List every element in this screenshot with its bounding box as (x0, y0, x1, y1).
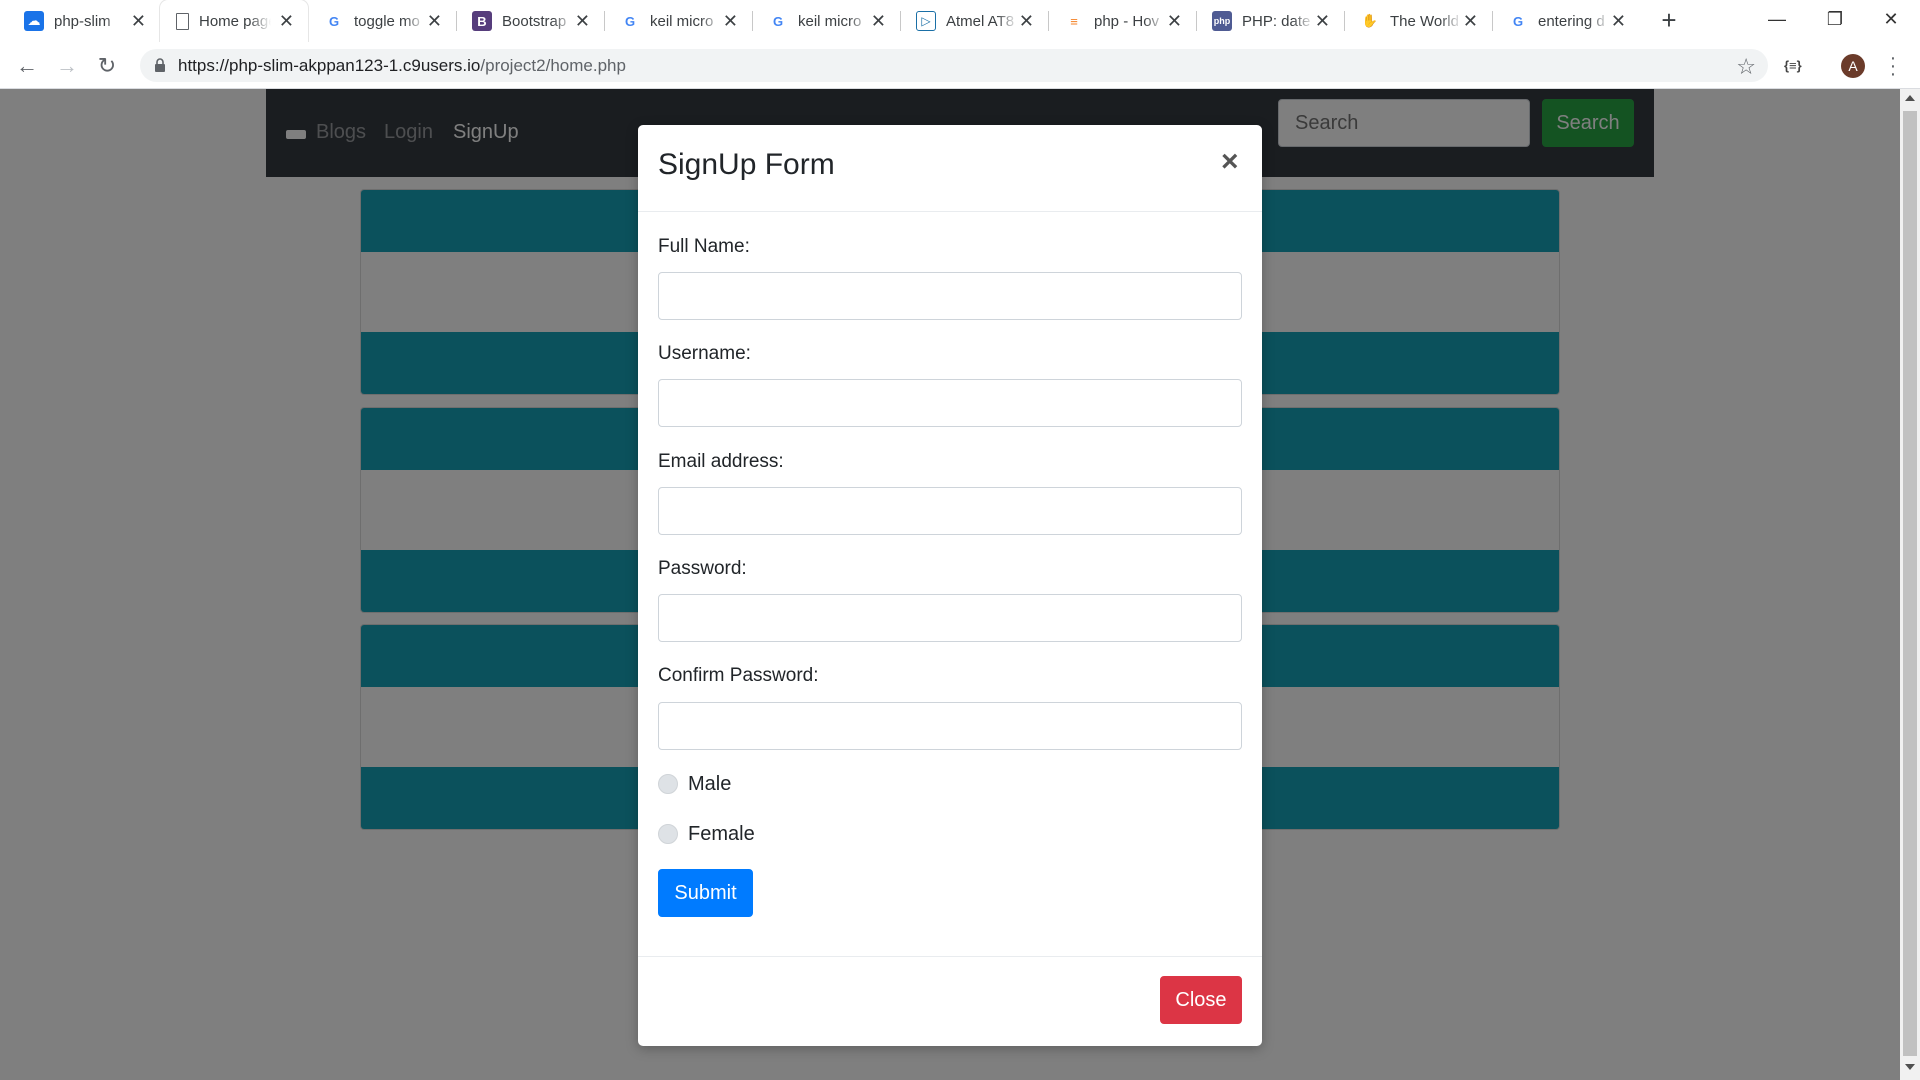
close-icon[interactable]: ✕ (427, 11, 442, 31)
browser-tab[interactable]: G toggle mo ✕ (308, 0, 456, 42)
browser-tab[interactable]: G keil micro ✕ (604, 0, 752, 42)
full-name-label: Full Name: (658, 236, 750, 257)
close-icon[interactable]: ✕ (131, 11, 146, 31)
close-icon[interactable]: ✕ (1611, 11, 1626, 31)
browser-tab[interactable]: ▷ Atmel AT8 ✕ (900, 0, 1048, 42)
bootstrap-icon: B (472, 11, 492, 31)
browser-tab[interactable]: ✋ The World ✕ (1344, 0, 1492, 42)
back-arrow-icon[interactable]: ← (12, 51, 42, 81)
tab-strip: ☁ php-slim ✕ Home page ✕ G toggle mo ✕ B… (0, 0, 1920, 42)
close-icon[interactable]: ✕ (1315, 11, 1330, 31)
tab-title: keil micro (650, 12, 714, 30)
browser-toolbar: ← → ↻ https://php-slim-akppan123-1.c9use… (0, 42, 1920, 89)
submit-button[interactable]: Submit (658, 869, 753, 917)
bookmark-star-icon[interactable]: ☆ (1736, 54, 1756, 80)
close-icon[interactable]: ✕ (575, 11, 590, 31)
google-icon: G (772, 13, 784, 29)
password-input[interactable] (658, 594, 1242, 642)
close-icon[interactable]: ✕ (723, 11, 738, 31)
browser-tab[interactable]: php PHP: date ✕ (1196, 0, 1344, 42)
male-radio-label: Male (688, 773, 732, 795)
scroll-up-arrow-icon[interactable] (1905, 95, 1915, 101)
tab-title: keil micro (798, 12, 862, 30)
full-name-input[interactable] (658, 272, 1242, 320)
google-icon: G (624, 13, 636, 29)
restore-icon[interactable]: ❐ (1806, 0, 1864, 38)
female-radio-label: Female (688, 823, 755, 845)
tab-title: The World (1390, 12, 1459, 30)
extension-icon[interactable]: {≡} (1784, 58, 1802, 73)
signup-modal: SignUp Form × Full Name: Username: Email… (638, 125, 1262, 1046)
lock-icon (155, 58, 165, 72)
email-label: Email address: (658, 451, 784, 472)
tab-title: php - Hov (1094, 12, 1160, 30)
stackoverflow-icon: ≡ (1070, 13, 1078, 29)
close-button[interactable]: Close (1160, 976, 1242, 1024)
url-path: /project2/home.php (480, 55, 626, 75)
tab-title: Home page (199, 12, 271, 30)
close-icon[interactable]: ✕ (1463, 11, 1478, 31)
male-radio[interactable] (658, 774, 678, 794)
menu-kebab-icon[interactable]: · · · (1888, 48, 1898, 84)
browser-tab[interactable]: B Bootstrap ✕ (456, 0, 604, 42)
php-icon: php (1212, 11, 1232, 31)
close-icon[interactable]: ✕ (1167, 11, 1182, 31)
browser-tab[interactable]: ≡ php - Hov ✕ (1048, 0, 1196, 42)
tab-title: PHP: date (1242, 12, 1311, 30)
forward-arrow-icon[interactable]: → (52, 51, 82, 81)
scroll-down-arrow-icon[interactable] (1905, 1064, 1915, 1070)
google-icon: G (328, 13, 340, 29)
confirm-password-input[interactable] (658, 702, 1242, 750)
reload-icon[interactable]: ↻ (92, 51, 122, 81)
tab-title: Atmel AT8 (946, 12, 1015, 30)
hands-icon: ✋ (1361, 13, 1379, 28)
atmel-icon: ▷ (916, 11, 936, 31)
google-icon: G (1512, 13, 1524, 29)
url-host: https://php-slim-akppan123-1.c9users.io (178, 55, 481, 75)
close-icon[interactable]: × (1221, 147, 1239, 177)
password-label: Password: (658, 558, 747, 579)
minimize-icon[interactable]: — (1748, 0, 1806, 38)
browser-tab[interactable]: ☁ php-slim ✕ (0, 0, 160, 42)
modal-header: SignUp Form × (638, 125, 1262, 212)
close-icon[interactable]: ✕ (279, 11, 294, 31)
profile-avatar[interactable]: A (1841, 54, 1865, 78)
modal-title: SignUp Form (658, 148, 835, 181)
new-tab-plus-icon[interactable]: + (1655, 6, 1683, 34)
browser-tab[interactable]: G entering d ✕ (1492, 0, 1640, 42)
username-label: Username: (658, 343, 751, 364)
scroll-thumb[interactable] (1903, 111, 1917, 1056)
female-radio[interactable] (658, 824, 678, 844)
close-icon[interactable]: ✕ (871, 11, 886, 31)
tab-title: entering d (1538, 12, 1605, 30)
modal-footer: Close (638, 956, 1262, 1046)
window-close-icon[interactable]: ✕ (1862, 0, 1920, 38)
address-bar[interactable]: https://php-slim-akppan123-1.c9users.io /… (140, 49, 1768, 82)
cloud9-icon: ☁ (24, 11, 44, 31)
page-scrollbar[interactable] (1900, 89, 1920, 1080)
page-icon (176, 12, 189, 30)
tab-title: Bootstrap (502, 12, 567, 30)
confirm-password-label: Confirm Password: (658, 665, 819, 686)
browser-tab-active[interactable]: Home page ✕ (160, 0, 308, 42)
tab-title: php-slim (54, 12, 111, 30)
email-input[interactable] (658, 487, 1242, 535)
tab-title: toggle mo (354, 12, 420, 30)
close-icon[interactable]: ✕ (1019, 11, 1034, 31)
browser-tab[interactable]: G keil micro ✕ (752, 0, 900, 42)
username-input[interactable] (658, 379, 1242, 427)
